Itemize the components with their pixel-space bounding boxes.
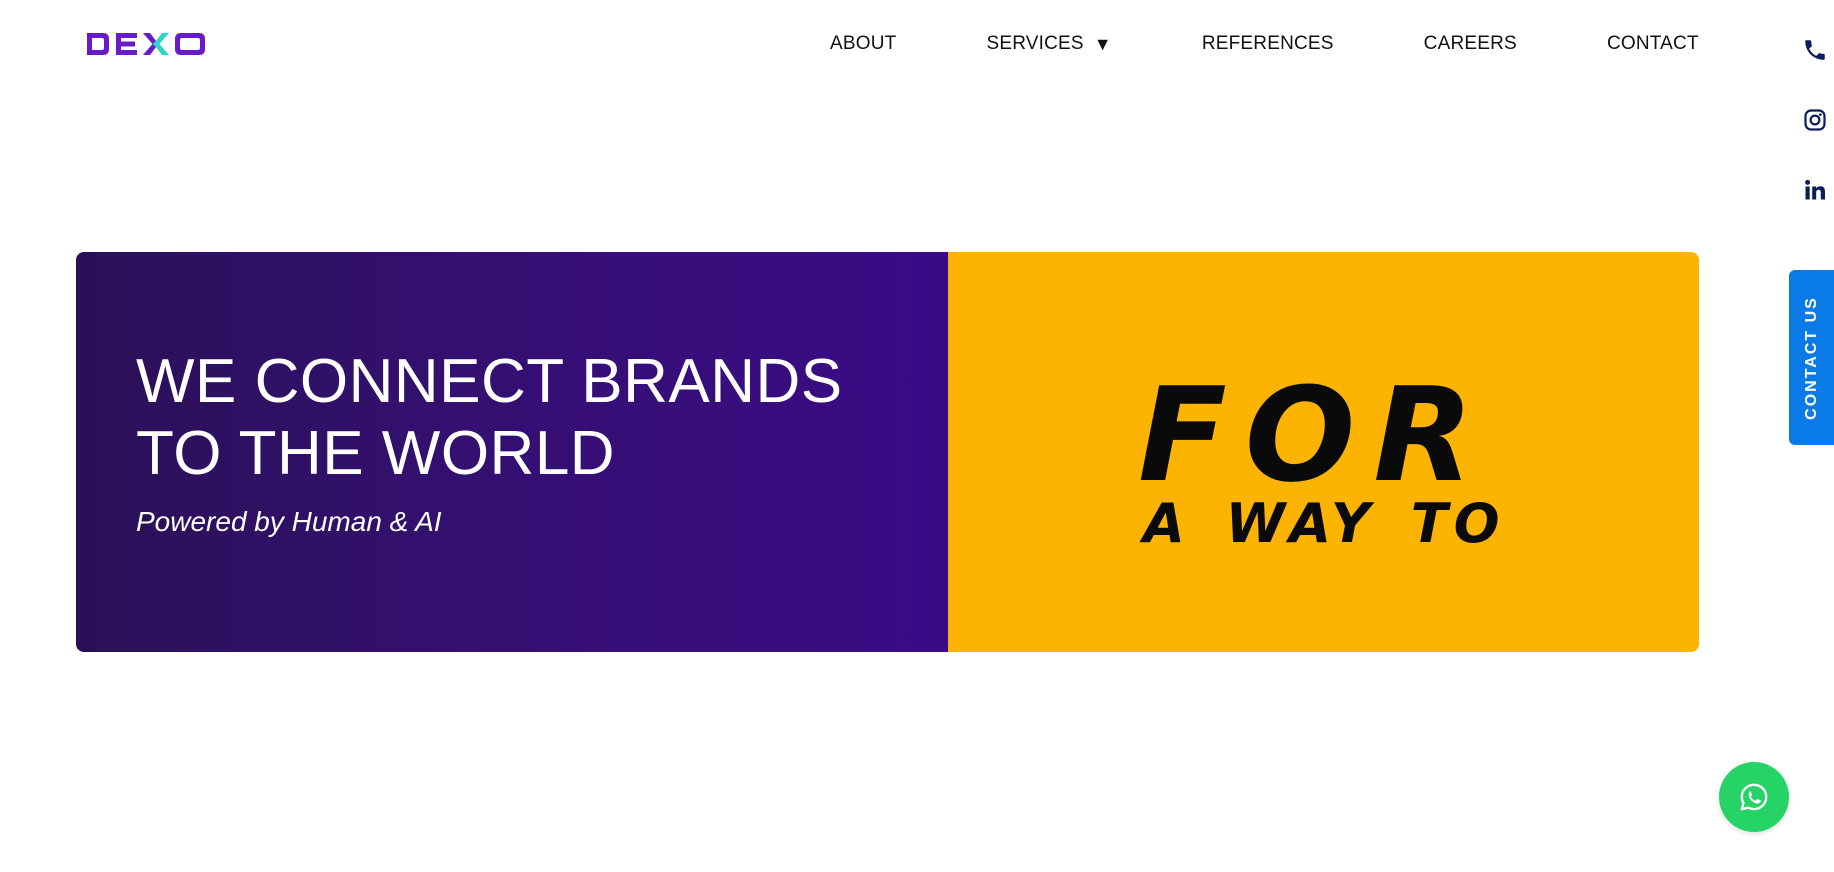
- whatsapp-button[interactable]: [1719, 762, 1789, 832]
- linkedin-icon[interactable]: [1802, 177, 1828, 203]
- hero-headline: WE CONNECT BRANDS TO THE WORLD: [136, 346, 896, 490]
- nav-contact[interactable]: CONTACT: [1607, 33, 1699, 55]
- contact-us-tab-label: CONTACT US: [1802, 295, 1820, 420]
- nav-about[interactable]: ABOUT: [830, 33, 896, 55]
- animated-word-big: FOR: [1138, 359, 1492, 511]
- animated-phrase-small: A WAY TO: [1143, 492, 1506, 555]
- phone-icon[interactable]: [1802, 37, 1828, 63]
- main-nav: ABOUT SERVICES ▼ REFERENCES CAREERS CONT…: [830, 30, 1699, 58]
- hero-text-panel: WE CONNECT BRANDS TO THE WORLD Powered b…: [76, 252, 948, 652]
- caret-down-icon: ▼: [1093, 34, 1112, 54]
- whatsapp-icon: [1740, 783, 1768, 811]
- nav-services[interactable]: SERVICES ▼: [986, 33, 1111, 55]
- hero-headline-line2: TO THE WORLD: [136, 419, 616, 488]
- instagram-icon[interactable]: [1802, 107, 1828, 133]
- nav-careers[interactable]: CAREERS: [1424, 33, 1517, 55]
- dexo-logo[interactable]: [85, 30, 207, 58]
- dexo-logo-mark: [87, 33, 205, 55]
- hero-banner: WE CONNECT BRANDS TO THE WORLD Powered b…: [76, 252, 1699, 652]
- hero-tagline: Powered by Human & AI: [136, 506, 442, 537]
- nav-references[interactable]: REFERENCES: [1202, 33, 1334, 55]
- contact-us-tab[interactable]: CONTACT US: [1789, 270, 1834, 445]
- hero-animation-panel: FOR A WAY TO: [948, 252, 1699, 652]
- hero-headline-line1: WE CONNECT BRANDS: [136, 347, 843, 416]
- nav-services-label: SERVICES: [986, 33, 1084, 54]
